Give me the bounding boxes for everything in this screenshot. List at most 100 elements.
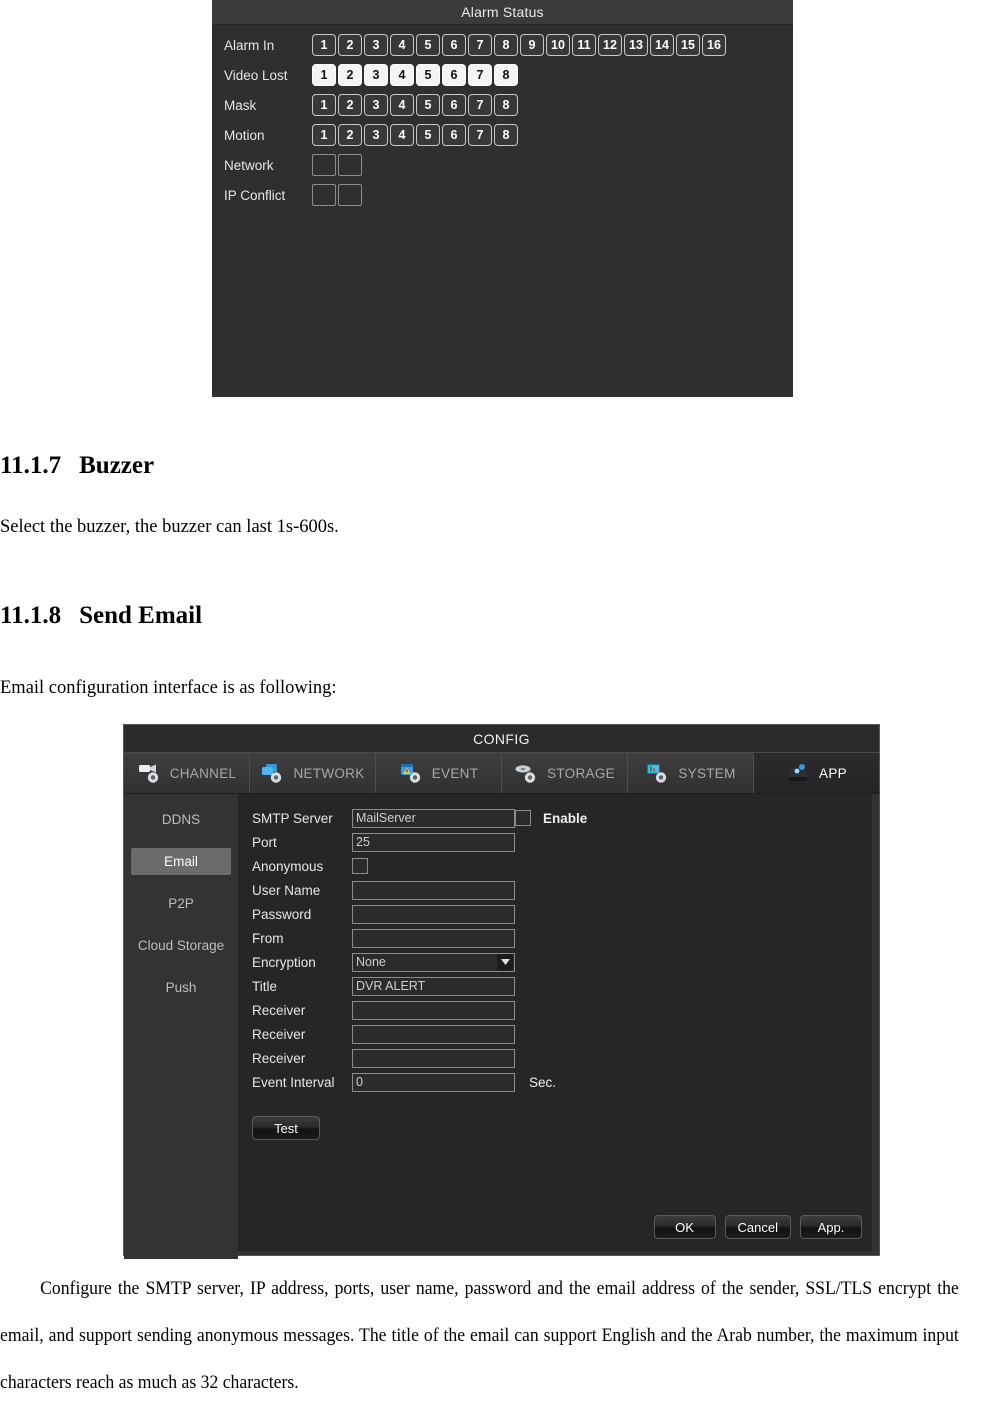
enable-label: Enable (543, 810, 588, 826)
alarm-status-indicator (338, 184, 362, 206)
sidebar-item-push[interactable]: Push (131, 974, 231, 1001)
alarm-channel-indicator: 5 (416, 94, 440, 116)
sidebar-item-p2p[interactable]: P2P (131, 890, 231, 917)
encryption-selected-value: None (356, 954, 386, 969)
ok-button[interactable]: OK (653, 1215, 716, 1239)
alarm-channel-indicator: 7 (468, 34, 492, 56)
sidebar-item-email[interactable]: Email (131, 848, 231, 875)
password-input[interactable] (352, 904, 515, 924)
receiver-1-input[interactable] (352, 1000, 515, 1020)
alarm-row-label: Video Lost (224, 67, 288, 83)
title-label: Title (252, 978, 278, 994)
alarm-channel-indicator: 3 (364, 64, 388, 86)
row-port: Port 25 (252, 830, 872, 854)
smtp-server-input[interactable]: MailServer (352, 808, 515, 828)
tab-channel[interactable]: CHANNEL (124, 753, 250, 793)
alarm-channel-indicator: 6 (442, 34, 466, 56)
alarm-channel-indicator: 5 (416, 124, 440, 146)
alarm-channel-indicator: 4 (390, 34, 414, 56)
anonymous-checkbox[interactable] (352, 858, 368, 874)
alarm-channel-indicator: 8 (494, 34, 518, 56)
sidebar-item-label: Cloud Storage (137, 938, 225, 953)
sidebar-item-cloud-storage[interactable]: Cloud Storage (131, 932, 231, 959)
tab-label: STORAGE (547, 765, 615, 781)
test-button[interactable]: Test (252, 1116, 320, 1140)
sidebar-item-ddns[interactable]: DDNS (131, 806, 231, 833)
alarm-indicator-group: 12345678 (312, 124, 518, 146)
from-input[interactable] (352, 928, 515, 948)
from-label: From (252, 930, 284, 946)
alarm-channel-indicator: 6 (442, 94, 466, 116)
heading-send-email: 11.1.8 Send Email (0, 602, 202, 630)
alarm-channel-indicator: 1 (312, 94, 336, 116)
receiver-3-input[interactable] (352, 1048, 515, 1068)
paragraph-closing: Configure the SMTP server, IP address, p… (0, 1279, 959, 1393)
tab-event[interactable]: EVENT (376, 753, 502, 793)
alarm-channel-indicator: 4 (390, 124, 414, 146)
alarm-row-label: Alarm In (224, 37, 275, 53)
alarm-channel-indicator: 1 (312, 64, 336, 86)
alarm-channel-indicator: 10 (546, 34, 570, 56)
event-interval-input[interactable]: 0 (352, 1072, 515, 1092)
alarm-channel-indicator: 6 (442, 64, 466, 86)
alarm-channel-indicator: 1 (312, 34, 336, 56)
alarm-row: Alarm In 1 2 3 4 5 6 7 8 9 10 11 12 13 14 15 16 (212, 30, 793, 60)
alarm-channel-indicator: 6 (442, 124, 466, 146)
app-mobile-icon (786, 762, 810, 784)
receiver-2-input[interactable] (352, 1024, 515, 1044)
alarm-row: Mask 1 2 3 4 5 6 7 8 (212, 90, 793, 120)
cancel-button[interactable]: Cancel (724, 1215, 791, 1239)
title-input[interactable]: DVR ALERT (352, 976, 515, 996)
password-label: Password (252, 906, 312, 922)
network-gear-icon (260, 762, 284, 784)
receiver-1-label: Receiver (252, 1002, 306, 1018)
alarm-channel-indicator: 11 (572, 34, 596, 56)
alarm-channel-indicator: 15 (676, 34, 700, 56)
sidebar-item-label: DDNS (161, 812, 201, 827)
alarm-row-label: Mask (224, 97, 257, 113)
row-title: Title DVR ALERT (252, 974, 872, 998)
tab-network[interactable]: NETWORK (250, 753, 376, 793)
heading-buzzer-number: 11.1.7 (0, 452, 62, 479)
alarm-channel-indicator: 3 (364, 124, 388, 146)
alarm-row: IP Conflict (212, 180, 793, 210)
tab-system[interactable]: SYSTEM (628, 753, 754, 793)
row-receiver-3: Receiver (252, 1046, 872, 1070)
alarm-channel-indicator: 8 (494, 124, 518, 146)
row-password: Password (252, 902, 872, 926)
alarm-indicator-group (312, 154, 362, 176)
heading-send-email-number: 11.1.8 (0, 602, 62, 629)
port-input[interactable]: 25 (352, 832, 515, 852)
alarm-channel-indicator: 12 (598, 34, 622, 56)
alarm-status-indicator (312, 154, 336, 176)
enable-checkbox[interactable] (515, 810, 531, 826)
email-settings-panel: SMTP Server MailServer Enable Port 25 An… (238, 794, 872, 1251)
row-receiver-2: Receiver (252, 1022, 872, 1046)
alarm-status-panel: Alarm Status Alarm In 1 2 3 4 5 6 7 8 9 10 11 12 13 14… (212, 0, 793, 397)
user-name-input[interactable] (352, 880, 515, 900)
alarm-row: Video Lost 1 2 3 4 5 6 7 8 (212, 60, 793, 90)
config-sidebar: DDNS Email P2P Cloud Storage Push (124, 794, 238, 1259)
tab-storage[interactable]: STORAGE (502, 753, 628, 793)
row-encryption: Encryption None (252, 950, 872, 974)
heading-buzzer-title: Buzzer (79, 452, 155, 479)
alarm-indicator-group: 12345678 (312, 64, 518, 86)
encryption-label: Encryption (252, 954, 316, 970)
alarm-channel-indicator: 3 (364, 94, 388, 116)
tab-app[interactable]: APP (754, 753, 879, 793)
alarm-channel-indicator: 3 (364, 34, 388, 56)
alarm-row-label: Motion (224, 127, 265, 143)
encryption-select[interactable]: None (352, 952, 515, 972)
chevron-down-icon[interactable] (497, 953, 513, 971)
config-main: DDNS Email P2P Cloud Storage Push SMTP Serve… (124, 794, 879, 1259)
receiver-3-label: Receiver (252, 1050, 306, 1066)
sidebar-item-label: P2P (168, 896, 194, 911)
tab-label: CHANNEL (169, 765, 237, 781)
disk-gear-icon (514, 762, 538, 784)
alarm-status-indicator (338, 154, 362, 176)
alarm-channel-indicator: 2 (338, 94, 362, 116)
user-name-label: User Name (252, 882, 321, 898)
apply-button[interactable]: App. (800, 1215, 862, 1239)
row-receiver-1: Receiver (252, 998, 872, 1022)
alarm-indicator-group: 1 2 3 4 5 6 7 8 9 10 11 12 13 14 15 16 (312, 34, 726, 56)
